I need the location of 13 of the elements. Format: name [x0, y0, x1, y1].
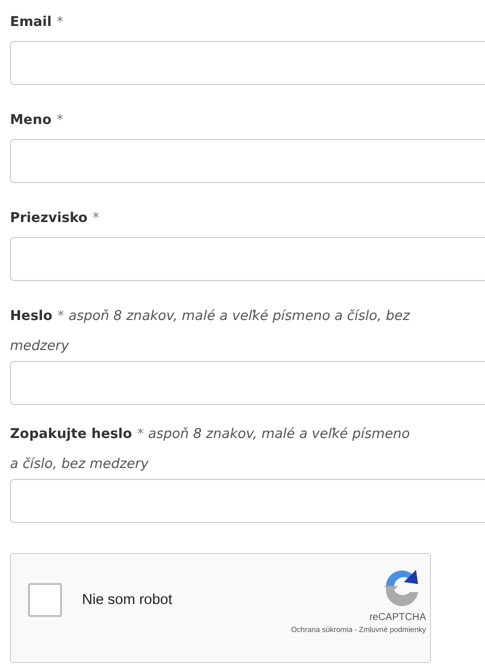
field-label: Priezvisko *: [10, 209, 100, 228]
field-label: Meno *: [10, 111, 64, 130]
brand-text: reCAPTCHA: [369, 612, 426, 623]
checkbox[interactable]: [28, 583, 62, 617]
field-label: Email *: [10, 13, 64, 32]
input-field[interactable]: [10, 361, 485, 405]
input-field[interactable]: [10, 237, 485, 281]
input-field[interactable]: [10, 41, 485, 85]
input-field[interactable]: [10, 479, 485, 523]
field-label: Heslo * aspoň 8 znakov, malé a veľké písmeno a číslo, bez medzery: [10, 307, 410, 356]
checkbox-label: Nie som robot: [82, 592, 172, 608]
input-field[interactable]: [10, 139, 485, 183]
field-label: Zopakujte heslo * aspoň 8 znakov, malé a veľké písmeno a číslo, bez medzery: [10, 425, 410, 474]
